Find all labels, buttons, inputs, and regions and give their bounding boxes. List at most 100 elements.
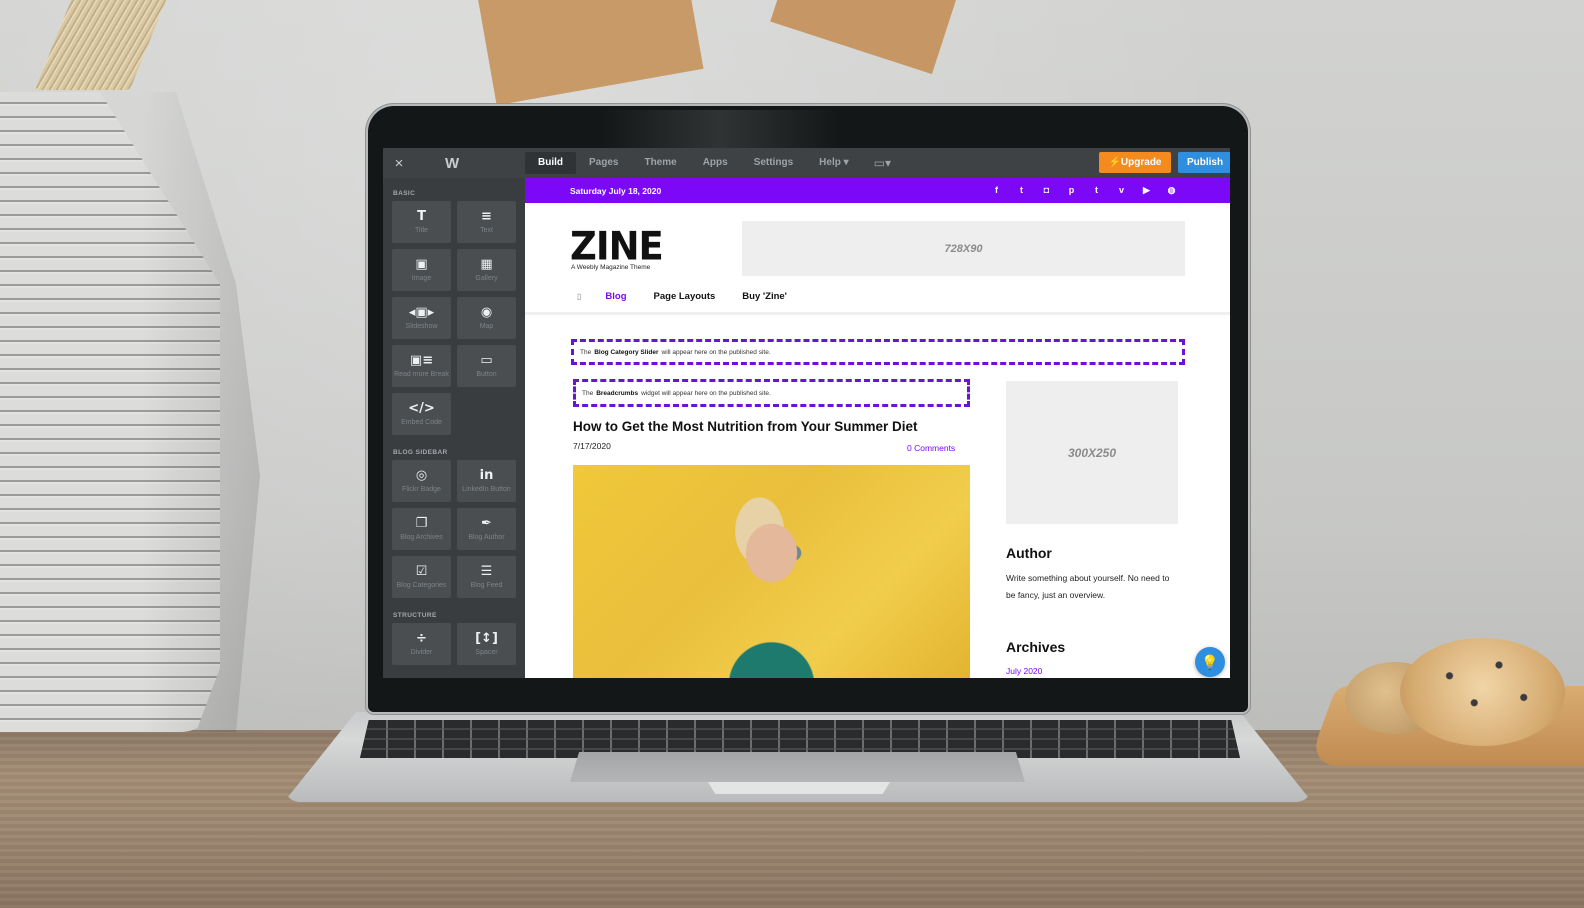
publish-button[interactable]: Publish [1178,152,1230,173]
divider-icon: ÷ [416,630,427,646]
sidebar-element-label: Map [479,322,494,330]
blog-categories-icon: ☑ [415,563,428,579]
author-heading: Author [1006,545,1052,561]
site-canvas: Saturday July 18, 2020 f t ◘ p t v ▶ ◍ Z… [525,178,1230,678]
sidebar-element-blog-archives[interactable]: ❐ Blog Archives [392,508,451,550]
sidebar-element-label: Blog Feed [470,581,503,589]
archives-heading: Archives [1006,639,1066,655]
sidebar-element-label: Text [480,226,493,234]
sidebar-element-grid: ÷ Divider [↕] Spacer [383,623,525,665]
site-header: ZINE A Weebly Magazine Theme 728X90 ▯ Bl… [525,203,1230,315]
tab-theme[interactable]: Theme [631,148,689,178]
help-lightbulb-icon[interactable]: 💡 [1195,647,1225,677]
tab-build[interactable]: Build [525,152,576,174]
sidebar-section-title: STRUCTURE [393,612,437,619]
ad-sidebar-300x250: 300X250 [1006,381,1178,524]
sidebar-element-slideshow[interactable]: ◂▣▸ Slideshow [392,297,451,339]
sidebar-element-blog-feed[interactable]: ☰ Blog Feed [457,556,516,598]
cookie [1400,638,1565,746]
tab-help[interactable]: Help ▾ [806,148,861,178]
sidebar-element-read-more-break[interactable]: ▣≡ Read more Break [392,345,451,387]
sidebar-element-label: Gallery [475,274,498,282]
nav-blog[interactable]: Blog [605,291,626,302]
sidebar-element-flickr-badge[interactable]: ◎ Flickr Badge [392,460,451,502]
sidebar-element-title[interactable]: T Title [392,201,451,243]
dribbble-icon[interactable]: ◍ [1166,185,1177,196]
tab-settings[interactable]: Settings [741,148,806,178]
sidebar-element-gallery[interactable]: ▦ Gallery [457,249,516,291]
gallery-icon: ▦ [480,256,493,272]
post-featured-image[interactable] [573,465,970,678]
linkedin-button-icon: in [479,467,494,483]
tumblr-icon[interactable]: t [1091,185,1102,196]
weebly-logo-icon[interactable]: W [415,155,525,172]
nav-buy-zine[interactable]: Buy 'Zine' [742,291,787,302]
blog-archives-icon: ❐ [415,515,428,531]
sidebar-element-label: Image [411,274,432,282]
tab-pages[interactable]: Pages [576,148,631,178]
sidebar-element-map[interactable]: ◉ Map [457,297,516,339]
sidebar-element-linkedin-button[interactable]: in LinkedIn Button [457,460,516,502]
slideshow-icon: ◂▣▸ [408,304,435,320]
sidebar-element-label: Spacer [475,648,498,656]
sidebar-element-label: Divider [410,648,433,656]
breadcrumbs-placeholder[interactable]: The Breadcrumbs widget will appear here … [573,379,970,407]
screen-glare [600,110,840,150]
tab-apps[interactable]: Apps [690,148,741,178]
pinterest-icon[interactable]: p [1066,185,1077,196]
site-date: Saturday July 18, 2020 [570,185,662,196]
instagram-icon[interactable]: ◘ [1041,185,1052,196]
laptop-notch [708,782,890,794]
sidebar-element-image[interactable]: ▣ Image [392,249,451,291]
sidebar-element-label: Embed Code [401,418,442,426]
blog-author-icon: ✒ [481,515,492,531]
social-icons: f t ◘ p t v ▶ ◍ [991,185,1177,196]
sidebar-section-title: BLOG SIDEBAR [393,449,448,456]
placeholder-text-bold: Breadcrumbs [596,389,639,397]
upgrade-button[interactable]: ⚡Upgrade [1099,152,1171,173]
editor-tabs: Build Pages Theme Apps Settings Help ▾ [525,148,862,178]
sidebar-element-blog-categories[interactable]: ☑ Blog Categories [392,556,451,598]
post-comments-link[interactable]: 0 Comments [907,443,955,453]
read-more-break-icon: ▣≡ [409,352,434,368]
embed-code-icon: </> [408,400,435,416]
blog-category-slider-placeholder[interactable]: The Blog Category Slider will appear her… [571,339,1185,365]
home-icon[interactable]: ▯ [577,292,581,301]
sidebar-element-grid: T Title ≡ Text ▣ Image ▦ Gallery ◂▣▸ Slideshow ◉ Ma… [383,201,525,435]
elements-sidebar: BASIC T Title ≡ Text ▣ Image ▦ Gallery ◂▣▸ Slidesh… [383,178,525,678]
laptop-screen: × W Build Pages Theme Apps Settings Help… [383,148,1230,678]
placeholder-text-post: widget will appear here on the published… [641,389,771,397]
placeholder-text-post: will appear here on the published site. [661,348,771,356]
close-icon[interactable]: × [383,155,415,172]
top-date-bar: Saturday July 18, 2020 f t ◘ p t v ▶ ◍ [525,178,1230,203]
site-nav: ▯ Blog Page Layouts Buy 'Zine' [577,291,814,302]
device-preview-icon[interactable]: ▭▾ [874,148,891,178]
sidebar-element-label: Read more Break [394,370,449,378]
title-icon: T [417,208,426,224]
sidebar-element-text[interactable]: ≡ Text [457,201,516,243]
sidebar-element-embed-code[interactable]: </> Embed Code [392,393,451,435]
post-date: 7/17/2020 [573,441,611,451]
site-logo[interactable]: ZINE [570,225,664,268]
youtube-icon[interactable]: ▶ [1141,185,1152,196]
sidebar-element-spacer[interactable]: [↕] Spacer [457,623,516,665]
site-tagline: A Weebly Magazine Theme [571,264,651,271]
vimeo-icon[interactable]: v [1116,185,1127,196]
author-body: Write something about yourself. No need … [1006,573,1170,600]
spacer-icon: [↕] [475,630,498,646]
flickr-badge-icon: ◎ [415,467,428,483]
placeholder-text-pre: The [580,348,592,356]
map-icon: ◉ [480,304,493,320]
sidebar-element-button[interactable]: ▭ Button [457,345,516,387]
placeholder-text-pre: The [582,389,594,397]
archive-link[interactable]: July 2020 [1006,666,1042,676]
facebook-icon[interactable]: f [991,185,1002,196]
nav-page-layouts[interactable]: Page Layouts [654,291,716,302]
placeholder-text-bold: Blog Category Slider [594,348,659,356]
sidebar-element-blog-author[interactable]: ✒ Blog Author [457,508,516,550]
post-title[interactable]: How to Get the Most Nutrition from Your … [573,419,918,434]
ad-banner-728x90: 728X90 [742,221,1185,276]
twitter-icon[interactable]: t [1016,185,1027,196]
sidebar-element-label: Blog Author [468,533,505,541]
sidebar-element-divider[interactable]: ÷ Divider [392,623,451,665]
